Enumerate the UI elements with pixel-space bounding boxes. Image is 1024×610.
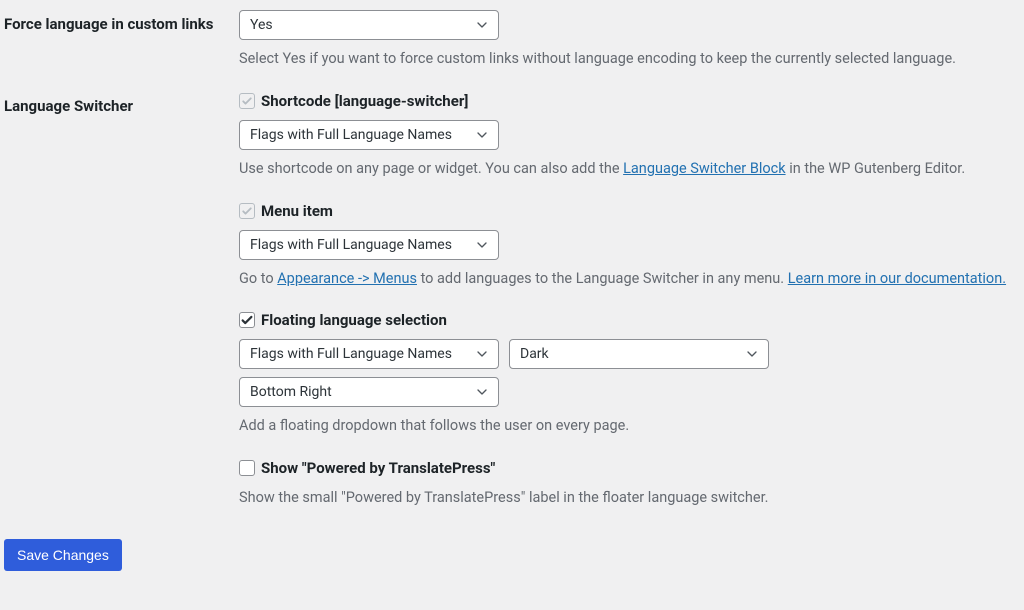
force-language-desc: Select Yes if you want to force custom l… xyxy=(239,48,1016,70)
menuitem-label: Menu item xyxy=(261,202,333,220)
shortcode-block: Shortcode [language-switcher] Flags with… xyxy=(239,92,1016,180)
desc-text: Use shortcode on any page or widget. You… xyxy=(239,160,623,177)
select-value: Bottom Right xyxy=(250,384,332,400)
settings-table: Force language in custom links Yes Selec… xyxy=(4,4,1016,529)
chevron-down-icon xyxy=(474,384,490,400)
desc-text: in the WP Gutenberg Editor. xyxy=(786,160,966,177)
floating-select-position[interactable]: Bottom Right xyxy=(239,377,499,407)
chevron-down-icon xyxy=(474,127,490,143)
menuitem-select[interactable]: Flags with Full Language Names xyxy=(239,230,499,260)
desc-text: Go to xyxy=(239,270,277,287)
poweredby-block: Show "Powered by TranslatePress" Show th… xyxy=(239,459,1016,509)
floating-select-color[interactable]: Dark xyxy=(509,339,769,369)
select-value: Flags with Full Language Names xyxy=(250,237,452,253)
select-value: Flags with Full Language Names xyxy=(250,127,452,143)
floating-block: Floating language selection Flags with F… xyxy=(239,311,1016,437)
chevron-down-icon xyxy=(474,237,490,253)
menuitem-desc: Go to Appearance -> Menus to add languag… xyxy=(239,268,1016,290)
save-button[interactable]: Save Changes xyxy=(4,539,122,571)
floating-label: Floating language selection xyxy=(261,311,447,329)
label-text: Force language in custom links xyxy=(4,15,214,33)
shortcode-label: Shortcode [language-switcher] xyxy=(261,92,468,110)
appearance-menus-link[interactable]: Appearance -> Menus xyxy=(277,270,417,287)
floating-desc: Add a floating dropdown that follows the… xyxy=(239,415,1016,437)
force-language-select[interactable]: Yes xyxy=(239,10,499,40)
floating-checkbox[interactable] xyxy=(239,312,255,328)
learn-more-link[interactable]: Learn more in our documentation. xyxy=(788,270,1006,287)
select-value: Yes xyxy=(250,17,273,33)
force-language-label: Force language in custom links xyxy=(4,4,239,86)
poweredby-desc: Show the small "Powered by TranslatePres… xyxy=(239,487,1016,509)
language-switcher-label: Language Switcher xyxy=(4,86,239,529)
menuitem-checkbox-disabled xyxy=(239,203,255,219)
chevron-down-icon xyxy=(474,346,490,362)
select-value: Dark xyxy=(520,346,549,362)
desc-text: to add languages to the Language Switche… xyxy=(417,270,788,287)
label-text: Language Switcher xyxy=(4,97,133,115)
shortcode-desc: Use shortcode on any page or widget. You… xyxy=(239,158,1016,180)
poweredby-label: Show "Powered by TranslatePress" xyxy=(261,459,495,477)
shortcode-select[interactable]: Flags with Full Language Names xyxy=(239,120,499,150)
select-value: Flags with Full Language Names xyxy=(250,346,452,362)
chevron-down-icon xyxy=(474,17,490,33)
shortcode-checkbox-disabled xyxy=(239,93,255,109)
chevron-down-icon xyxy=(744,346,760,362)
poweredby-checkbox[interactable] xyxy=(239,460,255,476)
language-switcher-block-link[interactable]: Language Switcher Block xyxy=(623,160,785,177)
menuitem-block: Menu item Flags with Full Language Names… xyxy=(239,202,1016,290)
floating-select-style[interactable]: Flags with Full Language Names xyxy=(239,339,499,369)
